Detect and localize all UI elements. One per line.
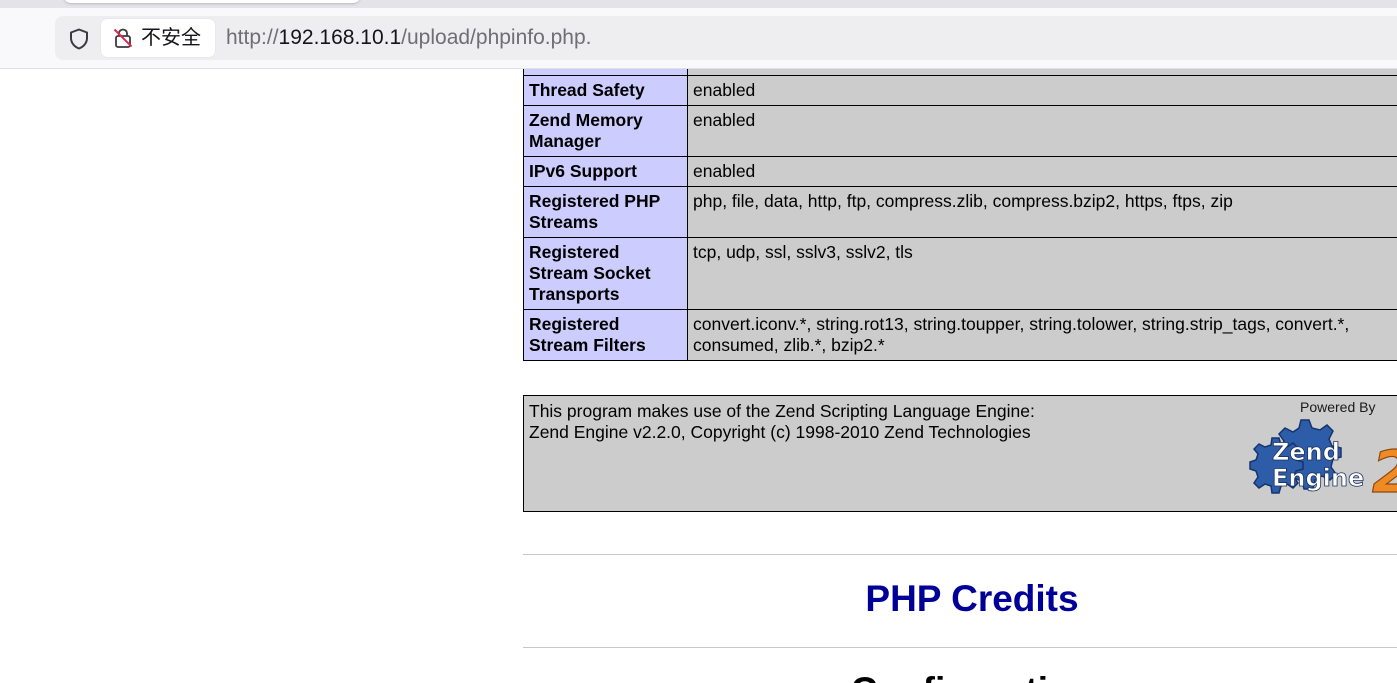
logo-version: 2 xyxy=(1372,438,1397,506)
zend-engine-line-2: Zend Engine v2.2.0, Copyright (c) 1998-2… xyxy=(529,422,1031,442)
powered-by-label: Powered By xyxy=(1300,399,1376,415)
table-value-cell: convert.iconv.*, string.rot13, string.to… xyxy=(687,309,1397,361)
page-content: Thread Safety enabled Zend Memory Manage… xyxy=(0,69,1397,683)
address-bar[interactable]: 不安全 http://192.168.10.1/upload/phpinfo.p… xyxy=(55,16,1397,60)
table-value-cell: enabled xyxy=(687,156,1397,187)
zend-engine-line-1: This program makes use of the Zend Scrip… xyxy=(529,401,1035,421)
table-row: Registered Stream Socket Transports tcp,… xyxy=(523,237,1397,310)
table-label-cell: Registered Stream Filters xyxy=(523,309,688,361)
table-row: Thread Safety enabled xyxy=(523,75,1397,106)
table-label-cell: IPv6 Support xyxy=(523,156,688,187)
tab-strip xyxy=(0,0,1397,8)
table-value-cell: enabled xyxy=(687,75,1397,106)
insecure-lock-icon xyxy=(113,28,133,48)
url-host: 192.168.10.1 xyxy=(278,26,402,49)
table-label-cell: Registered PHP Streams xyxy=(523,186,688,238)
browser-toolbar: 不安全 http://192.168.10.1/upload/phpinfo.p… xyxy=(0,8,1397,69)
table-row: IPv6 Support enabled xyxy=(523,156,1397,187)
zend-engine-logo[interactable]: Zend Engine 2 xyxy=(1246,416,1397,508)
table-label-cell: Registered Stream Socket Transports xyxy=(523,237,688,310)
configuration-heading: Configuration xyxy=(523,669,1397,683)
table-row: Registered PHP Streams php, file, data, … xyxy=(523,186,1397,238)
table-row: Registered Stream Filters convert.iconv.… xyxy=(523,309,1397,361)
url-path: /upload/phpinfo.php. xyxy=(401,26,592,49)
php-credits-link[interactable]: PHP Credits xyxy=(523,577,1397,621)
url-text[interactable]: http://192.168.10.1/upload/phpinfo.php. xyxy=(226,26,592,50)
active-tab[interactable] xyxy=(63,0,361,3)
security-status-button[interactable]: 不安全 xyxy=(101,19,215,57)
zend-engine-text: This program makes use of the Zend Scrip… xyxy=(529,401,1035,443)
table-label-cell: Thread Safety xyxy=(523,75,688,106)
zend-engine-box: This program makes use of the Zend Scrip… xyxy=(523,395,1397,512)
url-scheme: http:// xyxy=(226,26,279,49)
table-value-cell: php, file, data, http, ftp, compress.zli… xyxy=(687,186,1397,238)
table-value-cell: enabled xyxy=(687,105,1397,157)
section-divider xyxy=(523,554,1397,555)
phpinfo-table: Thread Safety enabled Zend Memory Manage… xyxy=(523,69,1397,361)
tracking-protection-shield-icon[interactable] xyxy=(67,27,91,51)
table-row: Zend Memory Manager enabled xyxy=(523,105,1397,157)
logo-word-zend: Zend xyxy=(1272,438,1340,466)
security-label: 不安全 xyxy=(141,27,201,49)
section-divider xyxy=(523,647,1397,648)
logo-word-engine: Engine xyxy=(1272,464,1364,492)
table-value-cell: tcp, udp, ssl, sslv3, sslv2, tls xyxy=(687,237,1397,310)
table-label-cell: Zend Memory Manager xyxy=(523,105,688,157)
